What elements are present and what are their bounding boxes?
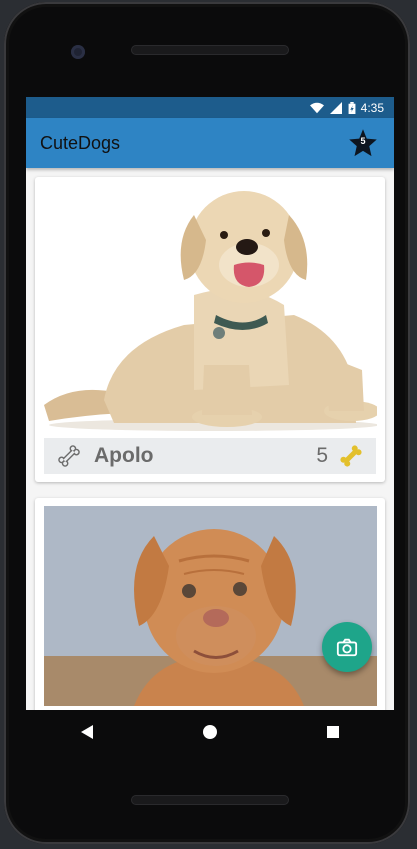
dog-name: Apolo bbox=[94, 444, 154, 467]
recents-button[interactable] bbox=[313, 712, 353, 752]
android-nav-bar bbox=[26, 710, 394, 754]
front-camera bbox=[71, 45, 85, 59]
dog-photo[interactable] bbox=[44, 506, 377, 706]
phone-frame: 4:35 CuteDogs 5 Apolo 5 bbox=[4, 2, 410, 844]
bottom-speaker bbox=[131, 795, 289, 805]
wifi-icon bbox=[309, 102, 324, 113]
back-icon bbox=[81, 725, 94, 739]
dog-info-bar: Apolo 5 bbox=[44, 438, 376, 474]
signal-icon bbox=[329, 101, 342, 114]
camera-icon bbox=[336, 638, 358, 657]
bone-count: 5 bbox=[316, 444, 328, 467]
battery-icon bbox=[348, 101, 356, 114]
favorites-count: 5 bbox=[360, 136, 366, 146]
home-button[interactable] bbox=[190, 712, 230, 752]
status-bar: 4:35 bbox=[26, 97, 394, 118]
app-bar: CuteDogs 5 bbox=[26, 118, 394, 168]
bone-outline-icon[interactable] bbox=[56, 443, 82, 469]
dog-card[interactable] bbox=[35, 498, 385, 710]
status-time: 4:35 bbox=[360, 100, 384, 115]
back-button[interactable] bbox=[67, 712, 107, 752]
app-title: CuteDogs bbox=[40, 132, 121, 153]
device-screen: 4:35 CuteDogs 5 Apolo 5 bbox=[26, 97, 394, 710]
dog-photo[interactable] bbox=[44, 185, 377, 435]
camera-fab[interactable] bbox=[322, 622, 372, 672]
bone-filled-icon[interactable] bbox=[338, 443, 364, 469]
favorites-button[interactable]: 5 bbox=[348, 128, 378, 158]
dog-card[interactable]: Apolo 5 bbox=[35, 177, 385, 482]
top-speaker bbox=[131, 45, 289, 55]
home-icon bbox=[202, 725, 217, 739]
recents-icon bbox=[326, 726, 339, 738]
